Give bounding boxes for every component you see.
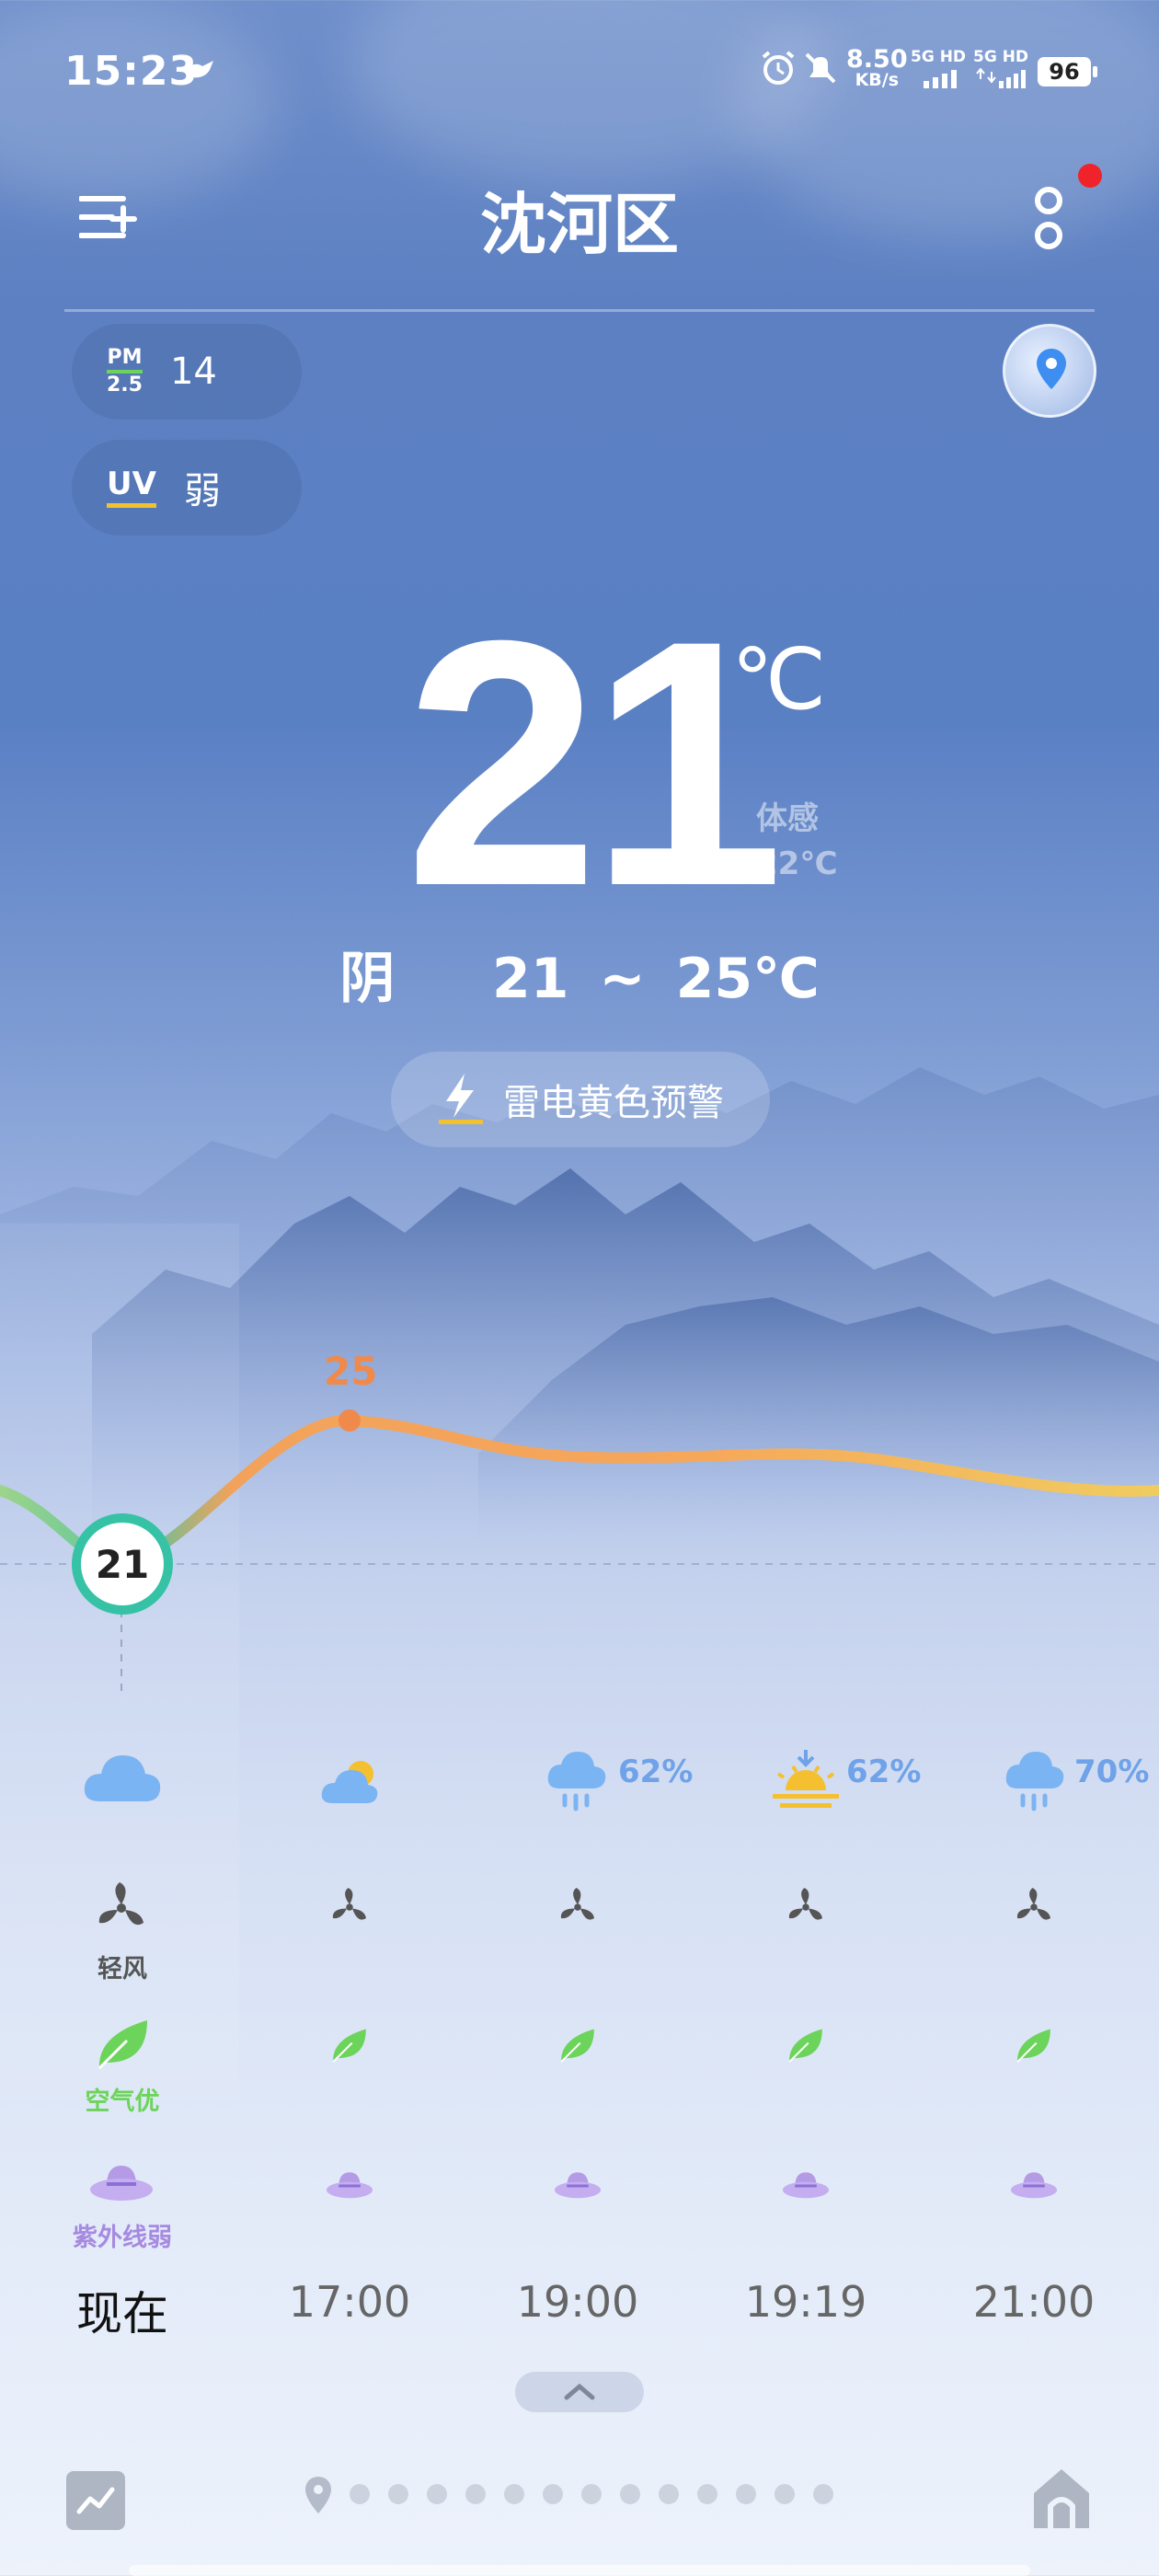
page-dot [465, 2484, 486, 2504]
sun-hat-icon [90, 2166, 153, 2201]
page-dot [620, 2484, 640, 2504]
leaf-icon [788, 2029, 822, 2063]
wind-label: 轻风 [98, 1955, 147, 1984]
uv-label: UV [107, 468, 156, 508]
page-dot [388, 2484, 408, 2504]
alert-text: 雷电黄色预警 [503, 1082, 724, 1124]
leaf-icon [98, 2020, 147, 2070]
hourly-temperature-curve [0, 1409, 1159, 1693]
partly-cloudy-icon [321, 1761, 378, 1803]
page-dot [736, 2484, 756, 2504]
feels-like: 体感 22℃ [756, 797, 838, 888]
map-button[interactable] [1003, 324, 1096, 418]
more-options-icon[interactable] [1030, 184, 1067, 258]
uv-index-label: 紫外线弱 [73, 2224, 172, 2252]
trend-chart-icon [76, 2487, 115, 2514]
pm25-label: PM 2.5 [107, 346, 143, 397]
sun-hat-icon [782, 2172, 830, 2199]
current-temperature: 21 [405, 568, 785, 959]
leaf-icon [560, 2029, 594, 2063]
condition-text: 阴 [339, 947, 396, 1011]
temperature-unit: ℃ [731, 633, 827, 727]
condition-summary: 阴 21 ~ 25℃ [0, 934, 1159, 1014]
page-dot [350, 2484, 370, 2504]
leaf-icon [1016, 2029, 1050, 2063]
header-divider [64, 309, 1095, 312]
air-quality-label: 空气优 [85, 2087, 160, 2116]
lightning-icon [439, 1074, 483, 1124]
signal-1-label: 5G HD [911, 48, 967, 66]
uv-badge[interactable]: UV 弱 [72, 440, 302, 535]
net-speed: 8.50 [846, 45, 908, 74]
city-title: 沈河区 [479, 186, 679, 263]
hour-label[interactable]: 21:00 [919, 2277, 1149, 2327]
net-unit: KB/s [855, 69, 900, 90]
pm25-badge[interactable]: PM 2.5 14 [72, 324, 302, 420]
precip-19-19: 62% [846, 1754, 922, 1790]
battery-indicator: 96 [1038, 57, 1091, 86]
cloudy-icon [84, 1755, 161, 1801]
now-temp-value: 21 [95, 1541, 150, 1587]
alarm-icon [762, 51, 795, 85]
city-page-indicator [350, 2484, 833, 2504]
page-dot [775, 2484, 795, 2504]
home-icon[interactable] [1030, 2466, 1093, 2532]
precip-19-00: 62% [618, 1754, 694, 1790]
max-temp-label: 25 [324, 1349, 378, 1394]
rain-icon [1005, 1752, 1064, 1811]
page-dot [427, 2484, 447, 2504]
notification-dot [1078, 164, 1102, 188]
location-pin-icon [1037, 349, 1066, 389]
signal-1-icon [924, 70, 957, 88]
sun-hat-icon [1010, 2172, 1058, 2199]
precip-21-00: 70% [1074, 1754, 1150, 1790]
rain-icon [547, 1752, 606, 1811]
battery-level: 96 [1049, 59, 1080, 85]
hour-label[interactable]: 19:00 [463, 2277, 693, 2327]
uv-value: 弱 [183, 470, 221, 512]
location-pin-icon [305, 2477, 331, 2513]
pm25-value: 14 [169, 351, 217, 393]
status-bar: 15:23 8.50 KB/s 5G HD 5G HD 96 [0, 37, 1159, 110]
now-temp-marker: 21 [72, 1513, 173, 1615]
feels-like-label: 体感 [756, 800, 819, 837]
max-temp-point [339, 1409, 361, 1432]
bottom-edge-bar [129, 2565, 1030, 2576]
wind-fan-icon [98, 1882, 143, 1926]
mute-icon [805, 52, 836, 84]
trend-button[interactable] [66, 2471, 125, 2530]
page-dot [543, 2484, 563, 2504]
sun-hat-icon [326, 2172, 373, 2199]
status-time: 15:23 [64, 48, 199, 95]
sun-hat-icon [554, 2172, 602, 2199]
wind-fan-icon [332, 1888, 366, 1920]
hour-label[interactable]: 17:00 [235, 2277, 465, 2327]
sunset-icon [773, 1750, 839, 1808]
weather-alert-button[interactable]: 雷电黄色预警 [391, 1052, 770, 1147]
hour-label[interactable]: 19:19 [691, 2277, 921, 2327]
wind-fan-icon [788, 1888, 822, 1920]
page-dot [581, 2484, 602, 2504]
chevron-up-icon [564, 2383, 595, 2400]
feels-like-value: 22℃ [756, 845, 838, 883]
expand-handle[interactable] [515, 2372, 644, 2412]
page-dot [504, 2484, 524, 2504]
temperature-range: 21 ~ 25℃ [492, 947, 820, 1011]
signal-2-label: 5G HD [973, 48, 1029, 66]
wind-fan-icon [1016, 1888, 1050, 1920]
page-dot [813, 2484, 833, 2504]
signal-2-icon [976, 68, 1026, 88]
page-dot [697, 2484, 717, 2504]
wind-fan-icon [560, 1888, 594, 1920]
hour-label-now[interactable]: 现在 [7, 2277, 237, 2343]
leaf-icon [332, 2029, 366, 2063]
bird-icon [184, 61, 213, 78]
page-dot [659, 2484, 679, 2504]
